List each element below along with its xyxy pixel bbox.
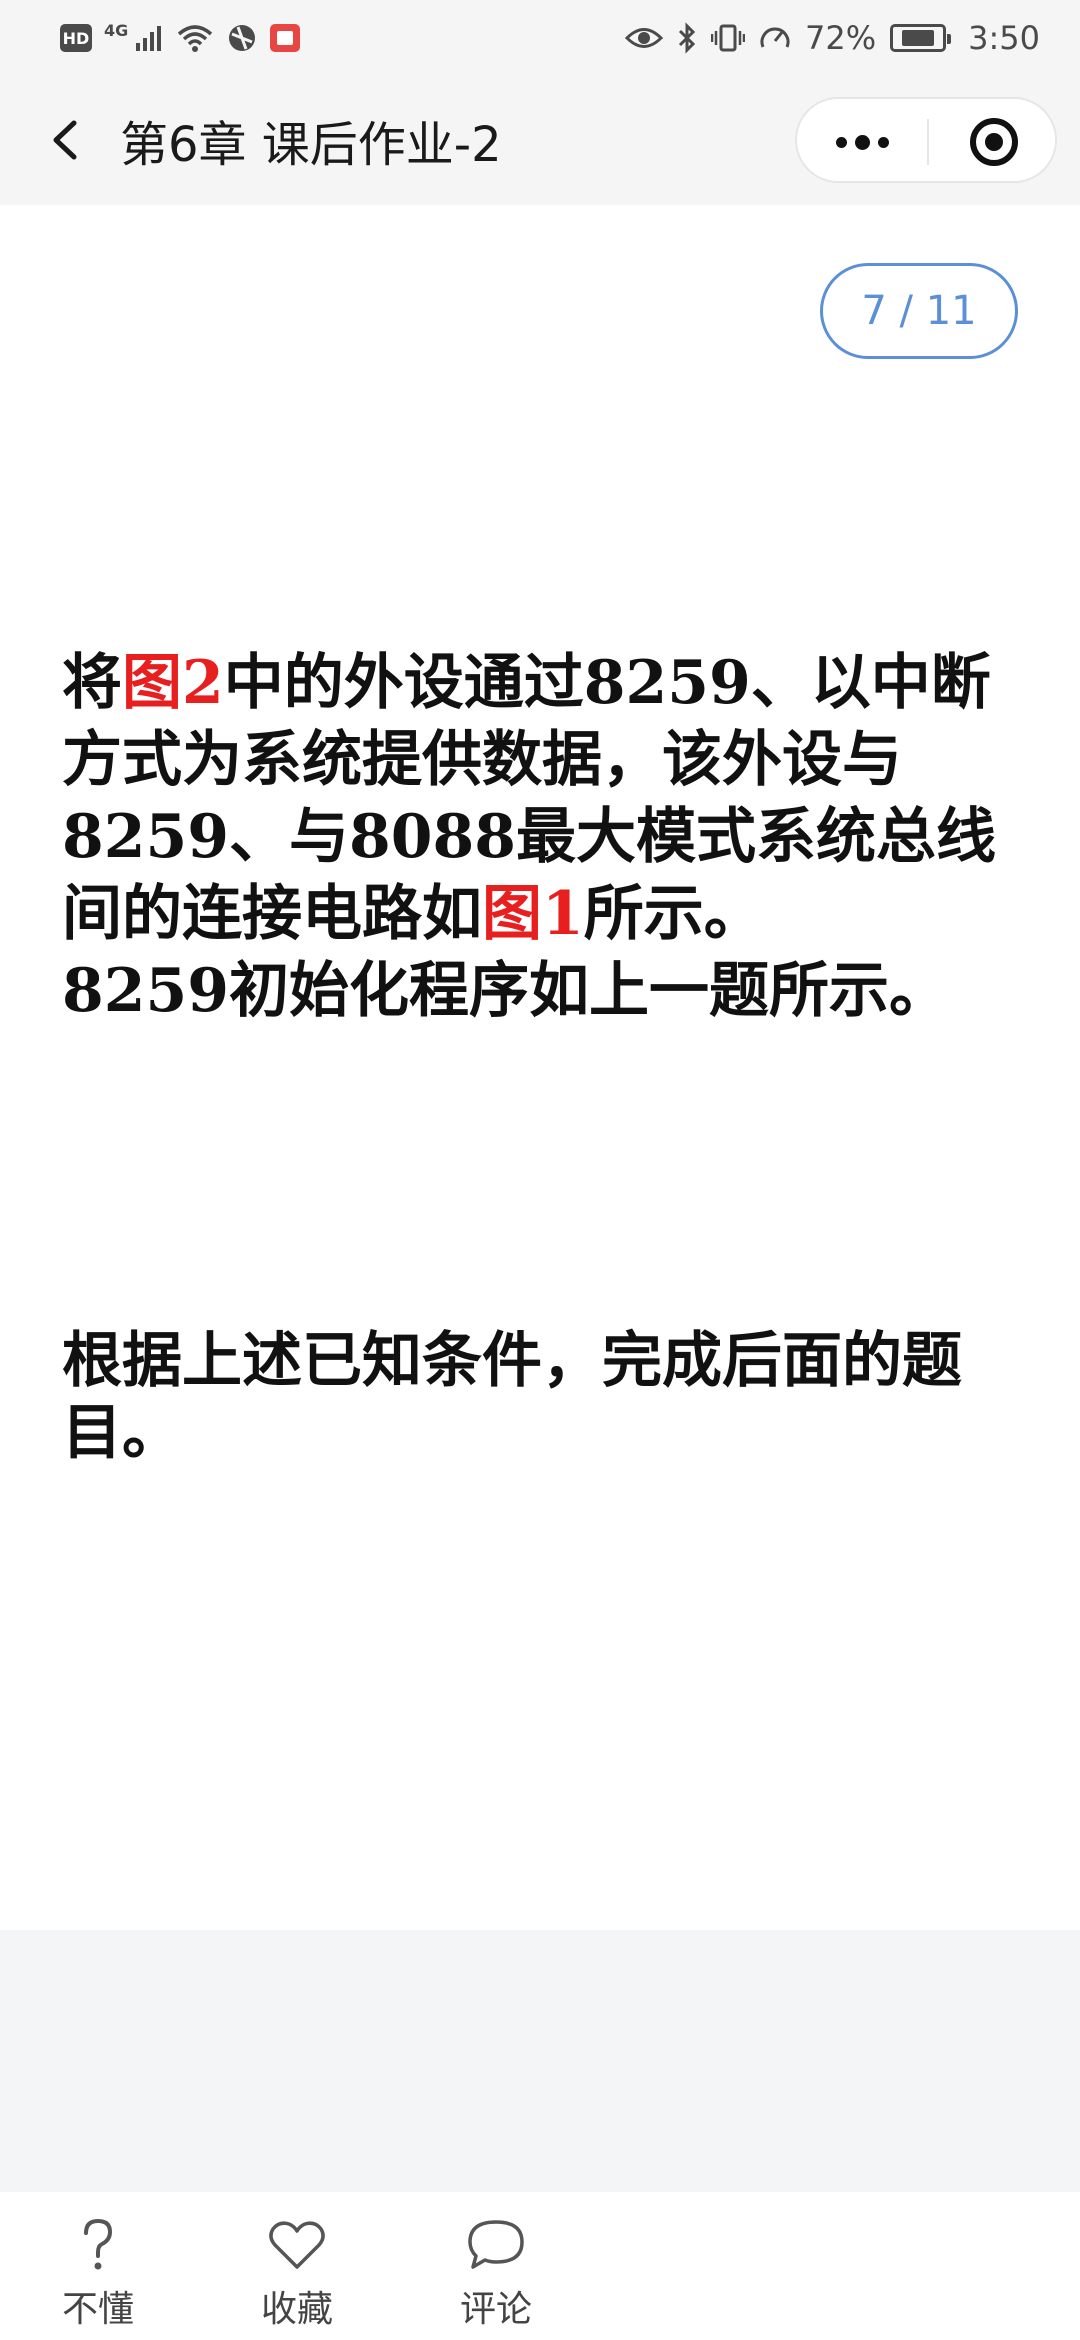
status-bar: HD 4G 72% 3:50: [0, 0, 1080, 75]
eye-icon: [625, 25, 664, 51]
hd-icon: HD: [60, 24, 92, 52]
back-button[interactable]: [36, 105, 96, 175]
figure-reference: 图2: [122, 648, 224, 718]
comment-label: 评论: [459, 2289, 532, 2330]
instruction-text: 根据上述已知条件，完成后面的题目。: [62, 1326, 962, 1468]
more-button[interactable]: [797, 99, 927, 185]
speed-icon: [759, 23, 791, 53]
wifi-icon: [176, 23, 214, 53]
comment-icon: [468, 2220, 524, 2269]
chevron-left-icon: [53, 120, 77, 160]
question-segment: 将: [62, 648, 122, 718]
signal-icon: [134, 23, 164, 53]
more-dots-icon-right: [877, 136, 889, 148]
bottom-action-bar: 不懂 收藏 评论: [0, 2192, 1080, 2340]
browser-icon: [226, 22, 258, 54]
battery-fill: [902, 30, 934, 46]
question-icon: [84, 2218, 113, 2270]
dont-understand-label: 不懂: [61, 2289, 134, 2330]
question-text: 将图2中的外设通过8259、以中断方式为系统提供数据，该外设与8259、与808…: [62, 645, 1042, 1030]
favorite-label: 收藏: [260, 2289, 333, 2330]
comment-button[interactable]: 评论: [426, 2210, 566, 2340]
mini-program-capsule: [795, 97, 1057, 183]
status-time: 3:50: [968, 19, 1040, 57]
target-circle-icon: [970, 118, 1018, 166]
vibrate-icon: [711, 23, 746, 53]
target-core: [985, 133, 1003, 151]
question-line-2: 8259初始化程序如上一题所示。: [62, 956, 949, 1026]
more-dots-icon-center: [854, 134, 870, 150]
network-type-label: 4G: [104, 20, 129, 40]
page-title: 第6章 课后作业-2: [120, 117, 502, 173]
content-footer-area: [0, 1930, 1080, 2192]
app-icon: [270, 24, 301, 52]
close-button[interactable]: [929, 99, 1059, 185]
question-segment: 所示。: [583, 879, 764, 949]
nav-bar: 第6章 课后作业-2: [0, 75, 1080, 205]
slide-content: 7 / 11 将图2中的外设通过8259、以中断方式为系统提供数据，该外设与82…: [0, 205, 1080, 1930]
battery-percent: 72%: [805, 19, 877, 57]
status-left-icons: HD 4G: [60, 18, 301, 58]
status-right-icons: 72% 3:50: [625, 18, 1040, 58]
page-counter[interactable]: 7 / 11: [820, 263, 1018, 359]
dont-understand-button[interactable]: 不懂: [28, 2210, 168, 2340]
figure-reference: 图1: [482, 879, 584, 949]
battery-icon: [890, 24, 952, 52]
bluetooth-icon: [677, 22, 697, 54]
heart-icon: [269, 2221, 325, 2269]
favorite-button[interactable]: 收藏: [227, 2210, 367, 2340]
more-dots-icon: [835, 136, 847, 148]
